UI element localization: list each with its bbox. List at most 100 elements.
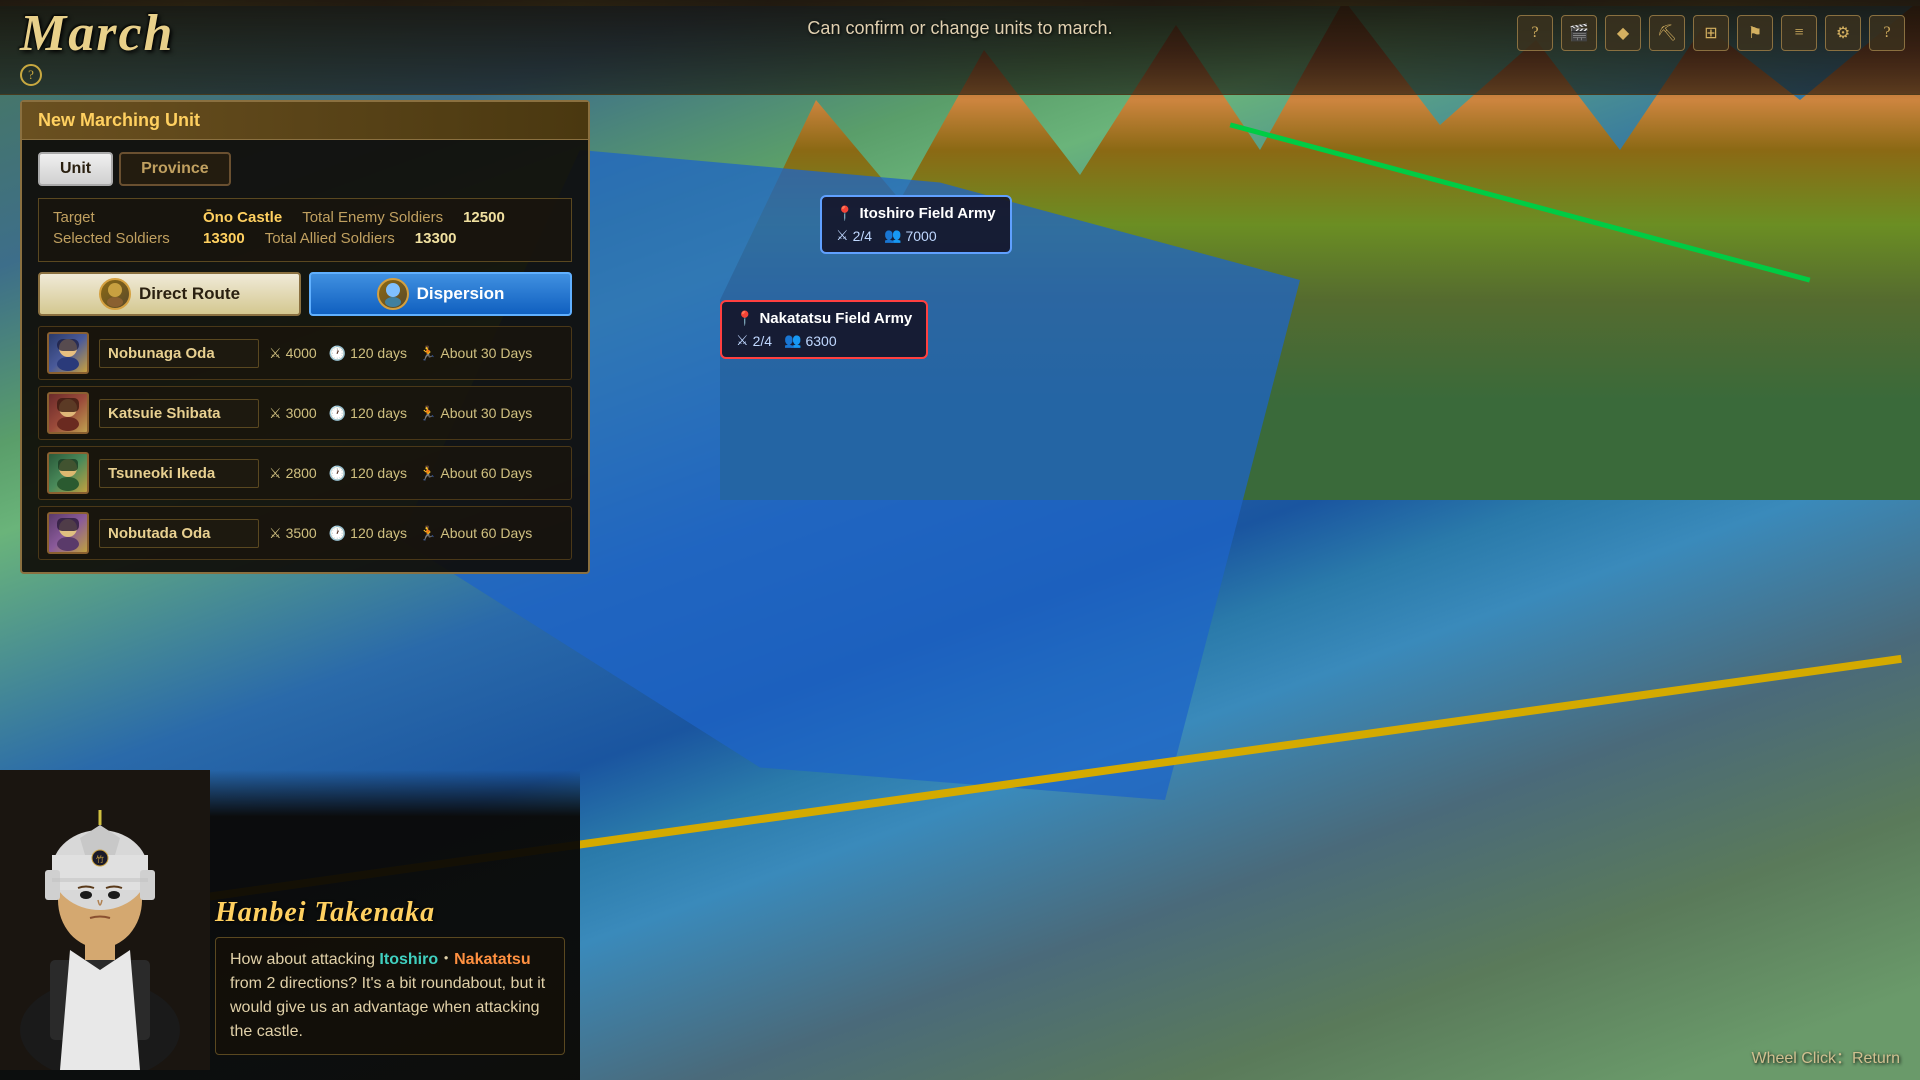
- days2-value-katsuie: About 30 Days: [440, 405, 532, 421]
- avatar-nobunaga: [47, 332, 89, 374]
- days1-value-tsuneoki: 120 days: [350, 465, 407, 481]
- speech-plain-2: from 2 directions? It's a bit roundabout…: [230, 975, 545, 1040]
- nakatatsu-soldiers-stat: 👥 6300: [784, 332, 837, 349]
- unit-row-katsuie[interactable]: Katsuie Shibata ⚔ 3000 🕐 120 days 🏃 Abou…: [38, 386, 572, 440]
- nakatatsu-marker: 📍: [736, 310, 753, 327]
- tab-province[interactable]: Province: [119, 152, 231, 186]
- soldiers-icon-n: ⚔: [269, 525, 282, 542]
- target-value: Ōno Castle: [203, 209, 282, 226]
- soldiers-icon-k: ⚔: [269, 405, 282, 422]
- days1-icon: 🕐: [329, 345, 346, 362]
- svg-text:竹: 竹: [96, 854, 104, 864]
- center-hint: Can confirm or change units to march.: [807, 18, 1112, 39]
- allied-soldiers-label: Total Allied Soldiers: [265, 230, 395, 247]
- advisor-name: Hanbei Takenaka: [215, 897, 565, 929]
- speech-plain-1: How about attacking: [230, 951, 379, 968]
- enemy-soldiers-value: 12500: [463, 209, 505, 226]
- days2-icon: 🏃: [419, 345, 436, 362]
- nakatatsu-army-label: 📍 Nakatatsu Field Army ⚔ 2/4 👥 6300: [720, 300, 928, 359]
- speech-itoshiro: Itoshiro: [379, 951, 438, 968]
- selected-soldiers-value: 13300: [203, 230, 245, 247]
- soldiers-stat-nobunaga: ⚔ 4000: [269, 345, 317, 362]
- top-right-icons: ? 🎬 ◆ ⛏ ⊞ ⚑ ≡ ⚙ ?: [1517, 15, 1905, 51]
- advisor-panel: 竹 Hanbei Takenaka How about attacking It…: [0, 770, 580, 1080]
- soldiers-icon-1: 👥: [884, 227, 901, 244]
- nakatatsu-ratio: 2/4: [753, 333, 772, 349]
- nakatatsu-stats: ⚔ 2/4 👥 6300: [736, 332, 912, 349]
- unit-row-nobutada[interactable]: Nobutada Oda ⚔ 3500 🕐 120 days 🏃 About 6…: [38, 506, 572, 560]
- target-row: Target Ōno Castle Total Enemy Soldiers 1…: [53, 209, 557, 226]
- selected-soldiers-label: Selected Soldiers: [53, 230, 183, 247]
- unit-row-nobunaga[interactable]: Nobunaga Oda ⚔ 4000 🕐 120 days 🏃 About 3…: [38, 326, 572, 380]
- tabs: Unit Province: [38, 152, 572, 186]
- troops-icon-2: ⚔: [736, 332, 749, 349]
- scroll-icon[interactable]: ⚑: [1737, 15, 1773, 51]
- advisor-portrait: 竹: [0, 770, 210, 1070]
- dispersion-avatar: [377, 278, 409, 310]
- nakatatsu-title: 📍 Nakatatsu Field Army: [736, 310, 912, 327]
- days1-stat-nobutada: 🕐 120 days: [329, 525, 407, 542]
- speech-nakatatsu: Nakatatsu: [454, 951, 530, 968]
- dispersion-button[interactable]: Dispersion: [309, 272, 572, 316]
- list-icon[interactable]: ≡: [1781, 15, 1817, 51]
- speech-dot: ・: [438, 951, 454, 968]
- unit-row-tsuneoki[interactable]: Tsuneoki Ikeda ⚔ 2800 🕐 120 days 🏃 About…: [38, 446, 572, 500]
- unit-name-nobunaga: Nobunaga Oda: [99, 339, 259, 368]
- unit-stats-nobutada: ⚔ 3500 🕐 120 days 🏃 About 60 Days: [269, 525, 563, 542]
- settings-icon[interactable]: ⚙: [1825, 15, 1861, 51]
- diamond-icon[interactable]: ◆: [1605, 15, 1641, 51]
- grid-icon[interactable]: ⊞: [1693, 15, 1729, 51]
- question-icon[interactable]: ?: [1869, 15, 1905, 51]
- days2-icon-t: 🏃: [419, 465, 436, 482]
- direct-route-avatar: [99, 278, 131, 310]
- days2-stat-tsuneoki: 🏃 About 60 Days: [419, 465, 532, 482]
- itoshiro-name: Itoshiro Field Army: [859, 205, 995, 222]
- marching-panel: New Marching Unit Unit Province Target Ō…: [20, 100, 590, 574]
- soldiers-value-nobunaga: 4000: [286, 345, 317, 361]
- days2-stat-nobutada: 🏃 About 60 Days: [419, 525, 532, 542]
- unit-stats-katsuie: ⚔ 3000 🕐 120 days 🏃 About 30 Days: [269, 405, 563, 422]
- info-section: Target Ōno Castle Total Enemy Soldiers 1…: [38, 198, 572, 262]
- days1-stat-katsuie: 🕐 120 days: [329, 405, 407, 422]
- unit-list: Nobunaga Oda ⚔ 4000 🕐 120 days 🏃 About 3…: [38, 326, 572, 560]
- soldiers-icon: ⚔: [269, 345, 282, 362]
- days1-value-katsuie: 120 days: [350, 405, 407, 421]
- avatar-katsuie: [47, 392, 89, 434]
- avatar-tsuneoki: [47, 452, 89, 494]
- soldiers-value-tsuneoki: 2800: [286, 465, 317, 481]
- itoshiro-ratio-stat: ⚔ 2/4: [836, 227, 872, 244]
- soldiers-icon-t: ⚔: [269, 465, 282, 482]
- days2-value-nobunaga: About 30 Days: [440, 345, 532, 361]
- days2-stat-katsuie: 🏃 About 30 Days: [419, 405, 532, 422]
- help-icon-title[interactable]: ?: [20, 64, 42, 86]
- nakatatsu-soldiers: 6300: [805, 333, 836, 349]
- soldiers-icon-2: 👥: [784, 332, 801, 349]
- unit-name-nobutada: Nobutada Oda: [99, 519, 259, 548]
- itoshiro-title: 📍 Itoshiro Field Army: [836, 205, 996, 222]
- days1-icon-k: 🕐: [329, 405, 346, 422]
- tab-unit[interactable]: Unit: [38, 152, 113, 186]
- soldiers-stat-tsuneoki: ⚔ 2800: [269, 465, 317, 482]
- panel-body: Unit Province Target Ōno Castle Total En…: [22, 140, 588, 572]
- help-icon[interactable]: ?: [1517, 15, 1553, 51]
- direct-route-button[interactable]: Direct Route: [38, 272, 301, 316]
- top-bar: March ? Can confirm or change units to m…: [0, 0, 1920, 95]
- troops-icon-1: ⚔: [836, 227, 849, 244]
- survey-icon[interactable]: ⛏: [1649, 15, 1685, 51]
- itoshiro-soldiers: 7000: [905, 228, 936, 244]
- days2-value-tsuneoki: About 60 Days: [440, 465, 532, 481]
- camera-icon[interactable]: 🎬: [1561, 15, 1597, 51]
- target-label: Target: [53, 209, 183, 226]
- nakatatsu-ratio-stat: ⚔ 2/4: [736, 332, 772, 349]
- allied-soldiers-value: 13300: [415, 230, 457, 247]
- days2-stat-nobunaga: 🏃 About 30 Days: [419, 345, 532, 362]
- direct-route-label: Direct Route: [139, 284, 240, 304]
- days1-icon-t: 🕐: [329, 465, 346, 482]
- itoshiro-ratio: 2/4: [853, 228, 872, 244]
- title-area: March ?: [20, 8, 174, 86]
- itoshiro-soldiers-stat: 👥 7000: [884, 227, 937, 244]
- route-buttons: Direct Route Dispersion: [38, 272, 572, 316]
- days2-icon-k: 🏃: [419, 405, 436, 422]
- unit-stats-nobunaga: ⚔ 4000 🕐 120 days 🏃 About 30 Days: [269, 345, 563, 362]
- avatar-nobutada: [47, 512, 89, 554]
